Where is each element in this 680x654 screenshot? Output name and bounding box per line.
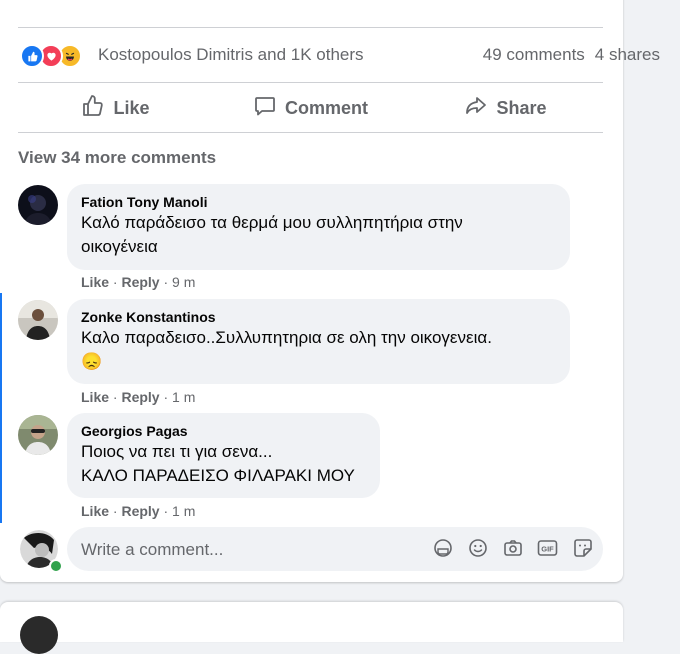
share-arrow-icon [464, 94, 488, 123]
like-button[interactable]: Like [18, 84, 213, 132]
avatar[interactable] [20, 616, 58, 654]
comment-author[interactable]: Zonke Konstantinos [81, 308, 556, 326]
reactions-summary[interactable]: Kostopoulos Dimitris and 1K others [98, 45, 364, 65]
comment-icon [253, 94, 277, 123]
meta-separator: · [163, 274, 169, 290]
current-user-avatar[interactable] [20, 530, 63, 573]
disappointed-emoji: 😞 [81, 352, 103, 371]
comments-count[interactable]: 49 comments [483, 45, 585, 65]
comment-input-placeholder[interactable]: Write a comment... [81, 540, 223, 560]
comment-reply-link[interactable]: Reply [121, 389, 159, 405]
comment-reply-link[interactable]: Reply [121, 503, 159, 519]
comment-meta: Like · Reply · 1 m [81, 503, 195, 519]
comment-text-line: ΚΑΛΟ ΠΑΡΑΔΕΙΣΟ ΦΙΛΑΡΑΚΙ ΜΟΥ [81, 466, 355, 485]
actions-divider [18, 132, 603, 133]
comment-text-line: Καλο παραδεισο..Συλλυπητηρια σε ολη την … [81, 328, 492, 347]
meta-separator: · [112, 274, 118, 290]
view-more-comments-link[interactable]: View 34 more comments [18, 148, 216, 168]
comment-text: Καλό παράδεισο τα θερμά μου συλληπητήρια… [81, 211, 556, 259]
comment-button[interactable]: Comment [213, 84, 408, 132]
like-label: Like [113, 97, 150, 118]
comment-meta: Like · Reply · 9 m [81, 274, 195, 290]
comment-bubble: Fation Tony Manoli Καλό παράδεισο τα θερ… [67, 184, 570, 270]
comment-text: Ποιος να πει τι για σενα... ΚΑΛΟ ΠΑΡΑΔΕΙ… [81, 440, 366, 488]
comment-bubble: Zonke Konstantinos Καλο παραδεισο..Συλλυ… [67, 299, 570, 384]
online-status-dot [49, 559, 63, 573]
post-action-bar: Like Comment Share [18, 84, 603, 132]
reactions-divider [18, 82, 603, 83]
comment-timestamp[interactable]: 9 m [172, 274, 195, 290]
gif-label: GIF [541, 544, 554, 553]
next-post-card [0, 602, 623, 654]
composer-toolbar: GIF [432, 537, 593, 558]
meta-separator: · [163, 389, 169, 405]
comment-like-link[interactable]: Like [81, 274, 109, 290]
comment-text-line: Ποιος να πει τι για σενα... [81, 442, 273, 461]
avatar[interactable] [18, 185, 58, 225]
share-label: Share [496, 97, 547, 118]
comment-bubble: Georgios Pagas Ποιος να πει τι για σενα.… [67, 413, 380, 498]
comment-author[interactable]: Georgios Pagas [81, 422, 366, 440]
avatar[interactable] [18, 415, 58, 455]
thread-indicator [0, 293, 2, 523]
post-counts: 49 comments 4 shares [483, 45, 660, 65]
share-button[interactable]: Share [408, 84, 603, 132]
camera-icon[interactable] [502, 537, 523, 558]
comment-composer[interactable]: Write a comment... GIF [67, 527, 603, 571]
comment-reply-link[interactable]: Reply [121, 274, 159, 290]
reaction-icons[interactable] [20, 44, 82, 68]
comment-text-line: οικογένεια [81, 237, 158, 256]
comment-timestamp[interactable]: 1 m [172, 389, 195, 405]
comment-author[interactable]: Fation Tony Manoli [81, 193, 556, 211]
emoji-icon[interactable] [467, 537, 488, 558]
sticker-icon[interactable] [572, 537, 593, 558]
comment-like-link[interactable]: Like [81, 389, 109, 405]
sticker-avatar-icon[interactable] [432, 537, 453, 558]
like-icon [20, 44, 44, 68]
shares-count[interactable]: 4 shares [595, 45, 660, 65]
gif-icon[interactable]: GIF [537, 537, 558, 558]
comment-like-link[interactable]: Like [81, 503, 109, 519]
comment-timestamp[interactable]: 1 m [172, 503, 195, 519]
comment-label: Comment [284, 97, 368, 118]
meta-separator: · [163, 503, 169, 519]
thumbs-up-icon [81, 94, 105, 123]
comment-meta: Like · Reply · 1 m [81, 389, 195, 405]
comment-text-line: Καλό παράδεισο τα θερμά μου συλληπητήρια… [81, 213, 463, 232]
avatar[interactable] [18, 300, 58, 340]
meta-separator: · [112, 389, 118, 405]
meta-separator: · [112, 503, 118, 519]
top-divider [18, 27, 603, 28]
comment-text: Καλο παραδεισο..Συλλυπητηρια σε ολη την … [81, 326, 556, 374]
